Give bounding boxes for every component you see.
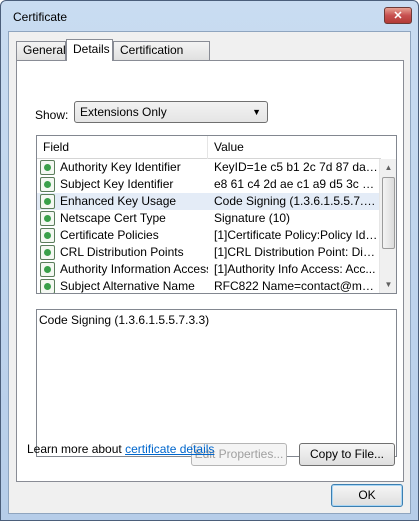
- column-header-value[interactable]: Value: [208, 136, 381, 159]
- certificate-extension-icon: [40, 194, 55, 209]
- scroll-down-icon[interactable]: ▼: [380, 276, 396, 293]
- value-detail-text: Code Signing (1.3.6.1.5.5.7.3.3): [39, 313, 210, 327]
- list-row[interactable]: Certificate Policies [1]Certificate Polic…: [37, 227, 381, 244]
- window-title: Certificate: [13, 10, 68, 24]
- row-field: CRL Distribution Points: [60, 245, 184, 259]
- tab-label: Details: [73, 42, 110, 56]
- show-dropdown[interactable]: Extensions Only ▼: [74, 101, 268, 123]
- list-row[interactable]: Enhanced Key Usage Code Signing (1.3.6.1.…: [37, 193, 381, 210]
- certificate-extension-icon: [40, 211, 55, 226]
- row-value: e8 61 c4 2d ae c1 a9 d5 3c 8c ...: [214, 177, 379, 191]
- list-row[interactable]: Subject Alternative Name RFC822 Name=cont…: [37, 278, 381, 293]
- show-selected-value: Extensions Only: [80, 105, 167, 119]
- row-field: Netscape Cert Type: [60, 211, 166, 225]
- list-row[interactable]: Authority Key Identifier KeyID=1e c5 b1 2…: [37, 159, 381, 176]
- button-label: OK: [358, 488, 376, 502]
- button-label: Copy to File...: [309, 447, 385, 461]
- list-rows: Authority Key Identifier KeyID=1e c5 b1 2…: [37, 159, 381, 293]
- tab-certification-path[interactable]: Certification Path: [113, 41, 210, 74]
- certificate-extension-icon: [40, 177, 55, 192]
- certificate-dialog: Certificate ✕ General Details Certificat…: [0, 0, 419, 521]
- tab-general[interactable]: General: [16, 41, 66, 60]
- close-button[interactable]: ✕: [384, 7, 412, 24]
- row-field: Subject Key Identifier: [60, 177, 174, 191]
- close-icon: ✕: [393, 10, 403, 22]
- dialog-body: General Details Certification Path Show:…: [8, 31, 411, 514]
- vertical-scrollbar[interactable]: ▲ ▼: [379, 159, 396, 293]
- row-value: Signature (10): [214, 211, 291, 225]
- scroll-up-icon[interactable]: ▲: [380, 159, 396, 176]
- list-row[interactable]: Authority Information Access [1]Authority…: [37, 261, 381, 278]
- row-value: [1]Authority Info Access: Acc...: [214, 262, 376, 276]
- row-value: Code Signing (1.3.6.1.5.5.7.3.3): [214, 194, 379, 208]
- list-row[interactable]: CRL Distribution Points [1]CRL Distributi…: [37, 244, 381, 261]
- row-field: Authority Key Identifier: [60, 160, 181, 174]
- row-value: [1]CRL Distribution Point: Distr...: [214, 245, 379, 259]
- row-field: Authority Information Access: [60, 262, 208, 276]
- row-field: Enhanced Key Usage: [60, 194, 177, 208]
- certificate-extension-icon: [40, 245, 55, 260]
- learn-more-text: Learn more about: [27, 442, 126, 456]
- row-field: Certificate Policies: [60, 228, 159, 242]
- tab-label: General: [23, 43, 66, 57]
- certificate-details-link[interactable]: certificate details: [125, 442, 214, 456]
- details-tab-page: Show: Extensions Only ▼ Field Value Auth…: [16, 60, 404, 482]
- show-label: Show:: [35, 108, 69, 122]
- chevron-down-icon: ▼: [252, 107, 261, 117]
- certificate-extension-icon: [40, 160, 55, 175]
- column-header-field[interactable]: Field: [37, 136, 208, 159]
- certificate-extension-icon: [40, 279, 55, 293]
- certificate-extension-icon: [40, 228, 55, 243]
- row-value: [1]Certificate Policy:Policy Ide...: [214, 228, 379, 242]
- tab-details[interactable]: Details: [66, 39, 113, 61]
- list-row[interactable]: Subject Key Identifier e8 61 c4 2d ae c1 …: [37, 176, 381, 193]
- title-bar[interactable]: Certificate ✕: [1, 1, 418, 31]
- ok-button[interactable]: OK: [331, 484, 403, 507]
- certificate-extension-icon: [40, 262, 55, 277]
- learn-more: Learn more about certificate details: [27, 442, 214, 456]
- fields-list[interactable]: Field Value Authority Key Identifier KeyI…: [36, 135, 397, 294]
- list-row[interactable]: Netscape Cert Type Signature (10): [37, 210, 381, 227]
- row-field: Subject Alternative Name: [60, 279, 195, 293]
- copy-to-file-button[interactable]: Copy to File...: [299, 443, 395, 466]
- scrollbar-thumb[interactable]: [382, 177, 395, 249]
- value-detail-box[interactable]: Code Signing (1.3.6.1.5.5.7.3.3): [36, 309, 397, 457]
- row-value: KeyID=1e c5 b1 2c 7d 87 da 0...: [214, 160, 379, 174]
- row-value: RFC822 Name=contact@mys...: [214, 279, 379, 293]
- list-header: Field Value: [37, 136, 381, 159]
